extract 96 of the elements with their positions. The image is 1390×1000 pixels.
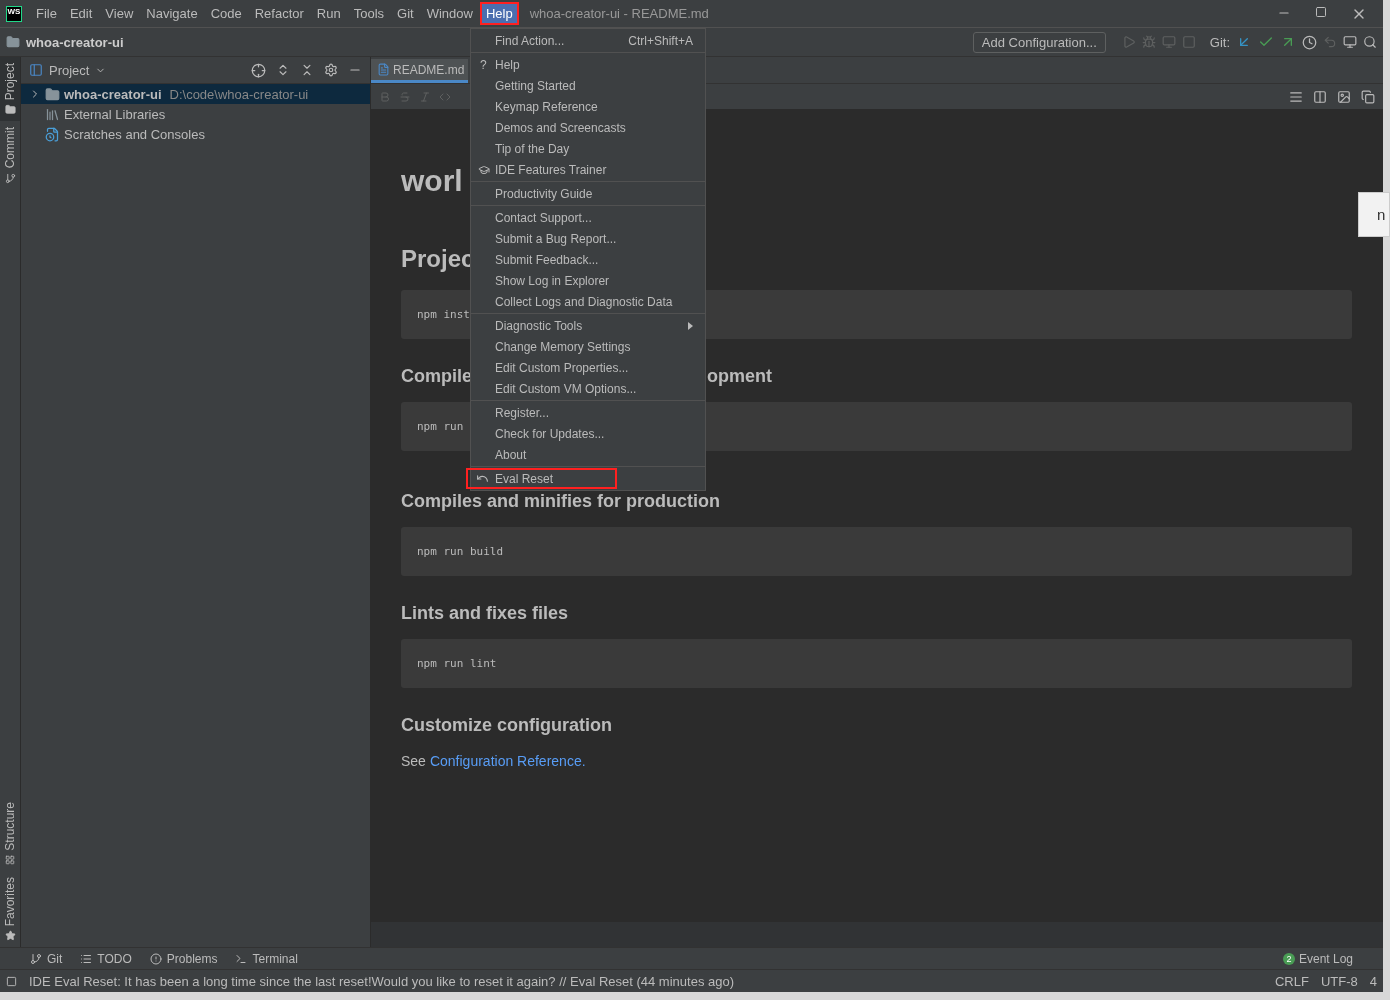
panel-title[interactable]: Project: [49, 62, 90, 78]
tool-window-tab[interactable]: Structure: [0, 795, 20, 871]
status-item[interactable]: 4: [1369, 973, 1377, 989]
tool-window-button[interactable]: Git: [30, 951, 63, 966]
terminal-icon: [235, 952, 248, 965]
collapse-all-icon[interactable]: [300, 63, 314, 77]
tool-window-tab[interactable]: Commit: [0, 121, 20, 190]
menu-item[interactable]: Edit: [63, 2, 99, 25]
editor-tab[interactable]: README.md: [371, 59, 469, 83]
menu-item[interactable]: Help: [479, 2, 519, 25]
menu-item[interactable]: Tools: [347, 2, 391, 25]
preview-heading: Customize configuration: [401, 714, 612, 737]
shortcut-label: Ctrl+Shift+A: [628, 33, 693, 48]
event-log-button[interactable]: 2 Event Log: [1282, 951, 1353, 966]
rollback-icon[interactable]: [1323, 35, 1337, 49]
bug-icon[interactable]: [1141, 35, 1156, 49]
menu-item[interactable]: View: [99, 2, 140, 25]
star-icon: [4, 930, 16, 941]
menu-item[interactable]: IDE Features Trainer: [471, 159, 705, 180]
structure-icon: [5, 854, 15, 865]
play-icon[interactable]: [1121, 35, 1136, 49]
tool-window-button[interactable]: TODO: [80, 951, 132, 966]
menu-item[interactable]: Collect Logs and Diagnostic Data: [471, 291, 705, 312]
library-icon: [45, 106, 60, 122]
settings-icon[interactable]: [324, 63, 338, 77]
add-configuration-button[interactable]: Add Configuration...: [972, 31, 1106, 53]
git-label: Git:: [1209, 34, 1230, 50]
preview-heading: Compile: [401, 365, 472, 388]
tool-window-tab[interactable]: Project: [0, 57, 20, 122]
desktop-popup: n: [1358, 192, 1390, 237]
menu-item[interactable]: Productivity Guide: [471, 183, 705, 204]
menu-item[interactable]: Code: [204, 2, 248, 25]
tree-path: D:\code\whoa-creator-ui: [169, 86, 309, 102]
preview-heading: Compiles and minifies for production: [401, 490, 721, 513]
app-logo: WS: [6, 5, 22, 22]
tool-window-button[interactable]: Terminal: [235, 951, 298, 966]
help-icon: ?: [480, 57, 487, 72]
menu-item[interactable]: Refactor: [248, 2, 310, 25]
tree-item[interactable]: Scratches and Consoles: [21, 124, 370, 144]
menu-item[interactable]: Eval Reset: [466, 468, 617, 489]
preview-heading: opment: [707, 365, 772, 388]
project-breadcrumb[interactable]: whoa-creator-ui: [26, 34, 124, 50]
search-icon[interactable]: [1363, 35, 1377, 49]
menu-item[interactable]: Edit Custom Properties...: [471, 357, 705, 378]
menu-item[interactable]: Git: [391, 2, 420, 25]
history-icon[interactable]: [1302, 34, 1317, 50]
menu-item[interactable]: ? Help: [471, 54, 705, 75]
tool-window-tab[interactable]: Favorites: [0, 870, 20, 947]
code-block: npm run lint: [401, 639, 1352, 688]
menu-item[interactable]: Change Memory Settings: [471, 336, 705, 357]
terminal-icon[interactable]: [1343, 35, 1357, 49]
folder-icon: [4, 104, 16, 116]
locate-icon[interactable]: [251, 62, 266, 78]
preview-text: See: [401, 753, 426, 769]
mortarboard-icon: [478, 163, 490, 176]
menu-item[interactable]: Keymap Reference: [471, 96, 705, 117]
configuration-link[interactable]: Configuration Reference.: [429, 753, 586, 769]
code-block: npm run build: [401, 527, 1352, 576]
menu-item[interactable]: Edit Custom VM Options...: [471, 378, 705, 399]
menu-item[interactable]: Register...: [471, 402, 705, 423]
status-item[interactable]: UTF-8: [1320, 973, 1358, 989]
scratch-icon: [45, 126, 60, 142]
menu-item[interactable]: Contact Support...: [471, 207, 705, 228]
menu-item[interactable]: File: [30, 2, 63, 25]
maximize-icon[interactable]: [1315, 5, 1327, 18]
list-icon: [80, 952, 93, 965]
submenu-arrow-icon: [688, 321, 693, 330]
preview-only-icon[interactable]: [1337, 89, 1351, 104]
folder-icon: [45, 86, 60, 102]
panel-icon: [29, 63, 43, 77]
preview-heading: Lints and fixes files: [401, 602, 569, 625]
tree-item[interactable]: External Libraries: [21, 104, 370, 124]
preview-heading: worl: [401, 163, 463, 199]
menu-item[interactable]: Check for Updates...: [471, 423, 705, 444]
status-item[interactable]: CRLF: [1274, 973, 1309, 989]
menu-item[interactable]: Diagnostic Tools: [471, 315, 705, 336]
menu-item[interactable]: Getting Started: [471, 75, 705, 96]
menu-item[interactable]: Window: [420, 2, 479, 25]
split-view-icon[interactable]: [1313, 89, 1327, 104]
menu-item[interactable]: Tip of the Day: [471, 138, 705, 159]
window-title: whoa-creator-ui - README.md: [529, 6, 710, 21]
editor-only-icon[interactable]: [1289, 89, 1303, 104]
alert-icon: [149, 952, 162, 965]
markdown-file-icon: [377, 63, 390, 76]
menu-item[interactable]: Run: [310, 2, 347, 25]
folder-icon: [6, 35, 20, 49]
tool-window-button[interactable]: Problems: [149, 951, 218, 966]
branch-icon: [30, 952, 42, 965]
tree-item[interactable]: whoa-creator-ui D:\code\whoa-creator-ui: [21, 84, 370, 104]
count-badge: 2: [1282, 952, 1295, 965]
undo-icon: [476, 472, 489, 485]
status-toggle-icon[interactable]: [6, 975, 17, 987]
status-message[interactable]: IDE Eval Reset: It has been a long time since the last reset!Would you like to reset it again? // Eval Reset (44 minutes ago): [29, 973, 1263, 989]
menu-item[interactable]: Find Action... Ctrl+Shift+A: [471, 30, 705, 51]
menu-item[interactable]: Demos and Screencasts: [471, 117, 705, 138]
menu-item[interactable]: Navigate: [140, 2, 204, 25]
